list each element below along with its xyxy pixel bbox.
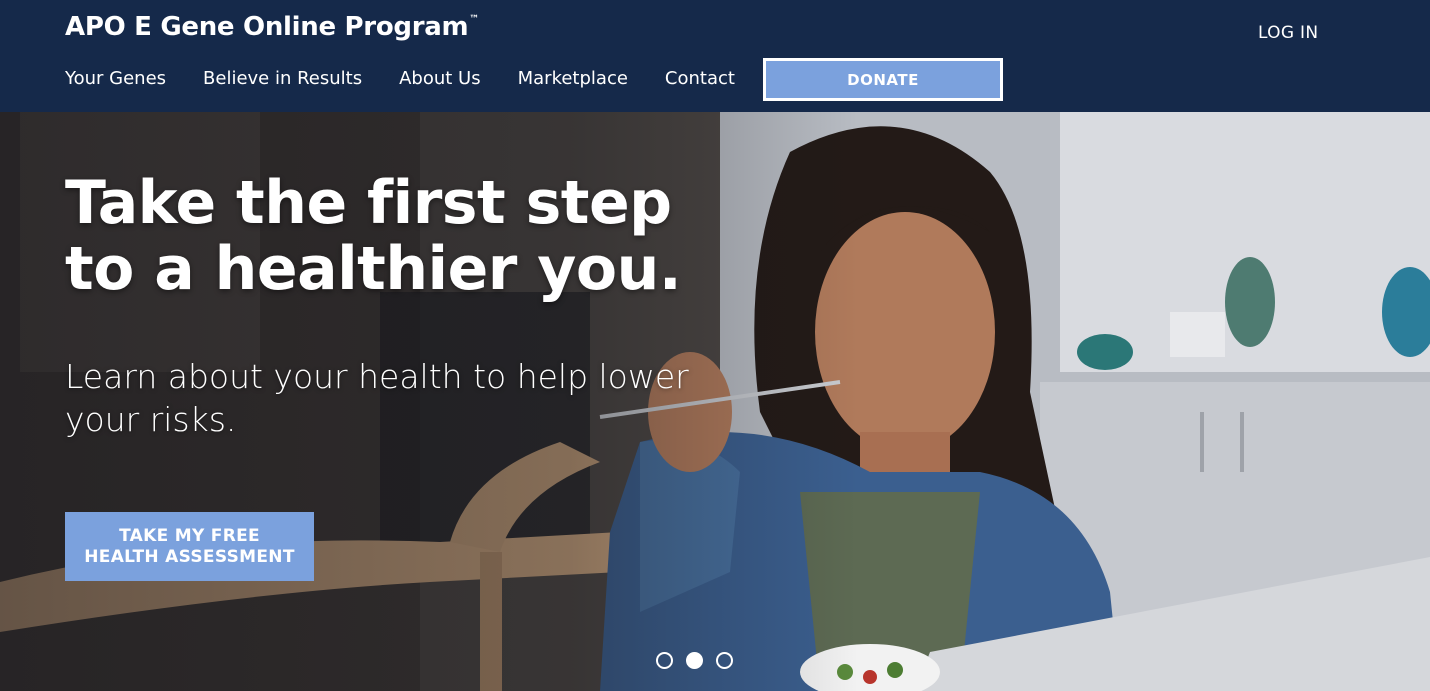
- hero-headline-line1: Take the first step: [65, 168, 672, 238]
- donate-button[interactable]: DONATE: [763, 58, 1003, 101]
- trademark-symbol: ™: [469, 14, 479, 25]
- hero-banner: Take the first step to a healthier you. …: [0, 112, 1430, 691]
- nav-about-us[interactable]: About Us: [399, 68, 481, 89]
- brand-name: APO E Gene Online Program: [65, 12, 469, 42]
- carousel-dot-3[interactable]: [716, 652, 733, 669]
- main-nav: Your Genes Believe in Results About Us M…: [65, 68, 772, 89]
- nav-contact[interactable]: Contact: [665, 68, 735, 89]
- site-header: APO E Gene Online Program™ LOG IN Your G…: [0, 0, 1430, 112]
- cta-line2: HEALTH ASSESSMENT: [84, 546, 295, 567]
- hero-headline: Take the first step to a healthier you.: [65, 170, 765, 302]
- carousel-dot-2[interactable]: [686, 652, 703, 669]
- login-link[interactable]: LOG IN: [1258, 23, 1318, 43]
- hero-headline-line2: to a healthier you.: [65, 234, 682, 304]
- nav-believe-in-results[interactable]: Believe in Results: [203, 68, 362, 89]
- carousel-dot-1[interactable]: [656, 652, 673, 669]
- brand-logo[interactable]: APO E Gene Online Program™: [65, 12, 479, 42]
- nav-marketplace[interactable]: Marketplace: [518, 68, 628, 89]
- hero-subhead: Learn about your health to help lower yo…: [65, 357, 689, 439]
- nav-your-genes[interactable]: Your Genes: [65, 68, 166, 89]
- cta-line1: TAKE MY FREE: [119, 525, 260, 546]
- free-health-assessment-button[interactable]: TAKE MY FREE HEALTH ASSESSMENT: [65, 512, 314, 581]
- carousel-indicators: [656, 652, 746, 669]
